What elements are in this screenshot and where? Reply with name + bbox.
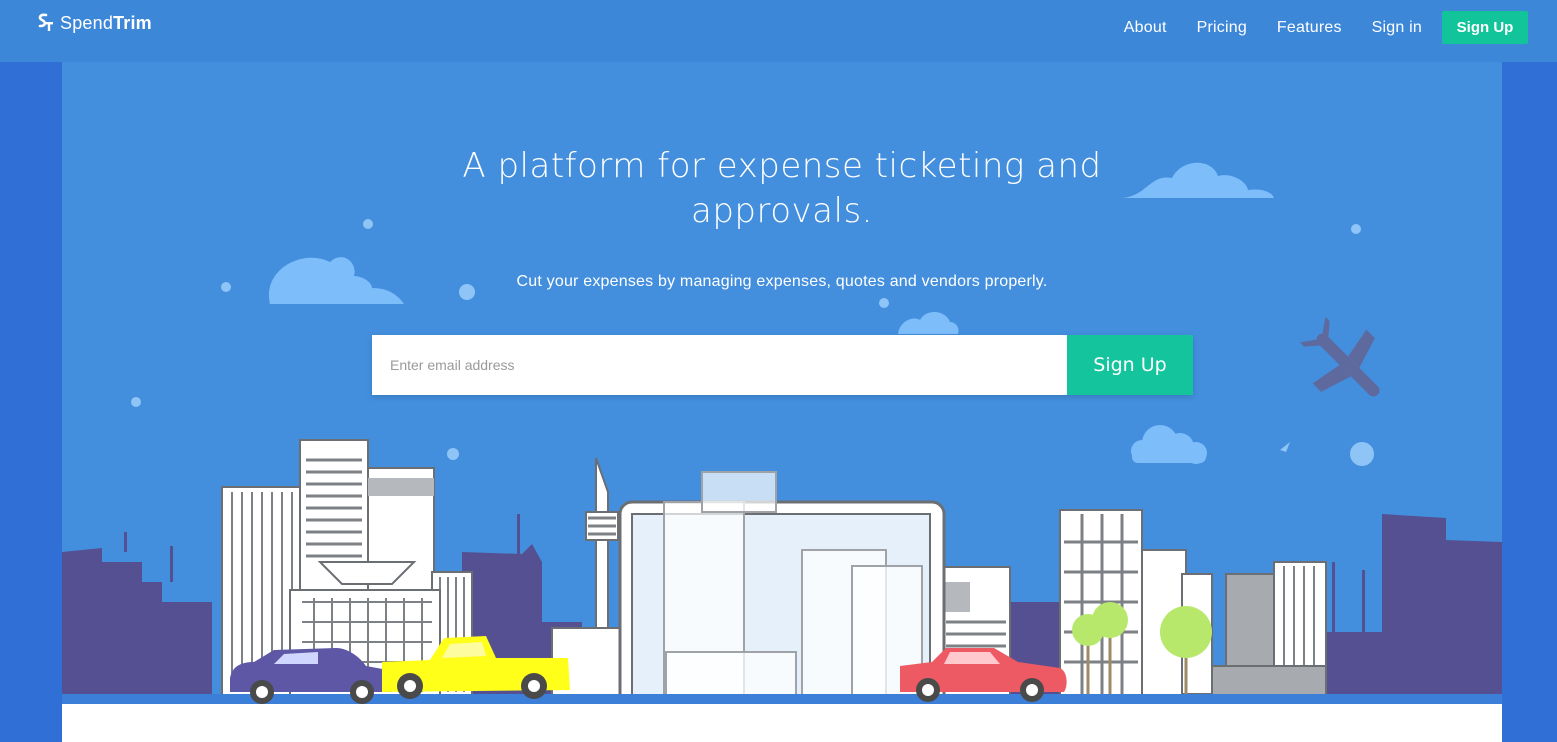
airplane-icon	[1299, 316, 1380, 397]
hero-title: A platform for expense ticketing and app…	[62, 144, 1502, 234]
email-input[interactable]	[372, 335, 1067, 395]
brand-name-light: Spend	[60, 12, 114, 33]
hero-title-line2: approvals.	[691, 191, 873, 231]
road-line	[62, 694, 1502, 704]
hero-section: A platform for expense ticketing and app…	[62, 62, 1502, 742]
hero-signup-button[interactable]: Sign Up	[1067, 335, 1193, 395]
nav-link-features[interactable]: Features	[1277, 19, 1342, 37]
brand-name-bold: Trim	[113, 12, 152, 33]
brand-logo[interactable]: SpendTrim	[34, 12, 152, 34]
cloud-icon	[1131, 425, 1207, 464]
hero-subtitle: Cut your expenses by managing expenses, …	[516, 273, 1048, 290]
nav-link-sign-in[interactable]: Sign in	[1372, 19, 1422, 37]
cloud-icon	[898, 311, 959, 334]
top-navbar: SpendTrim About Pricing Features Sign in…	[0, 0, 1557, 62]
nav-signup-button[interactable]: Sign Up	[1442, 11, 1528, 44]
hero-title-line1: A platform for expense ticketing and	[462, 146, 1102, 186]
nav-links: About Pricing Features Sign in Sign Up	[1094, 11, 1528, 44]
logo-mark-icon	[38, 13, 53, 31]
brand-name: SpendTrim	[60, 13, 152, 34]
nav-link-pricing[interactable]: Pricing	[1197, 19, 1247, 37]
content-panel-top	[62, 704, 1502, 742]
email-signup-form: Sign Up	[372, 335, 1193, 395]
nav-link-about[interactable]: About	[1124, 19, 1167, 37]
